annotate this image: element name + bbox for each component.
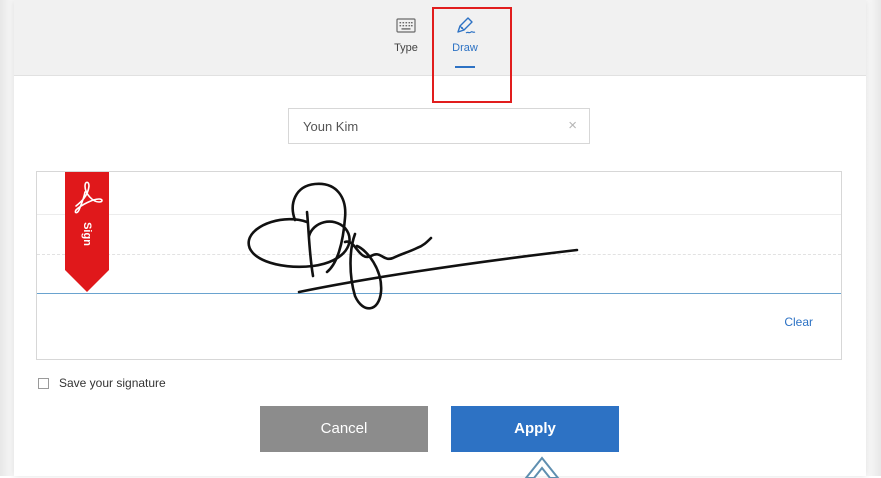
- save-signature-label: Save your signature: [59, 376, 166, 390]
- screenshot-frame: Type Draw ×: [0, 0, 881, 478]
- save-signature-row: Save your signature: [38, 374, 166, 392]
- tab-draw[interactable]: Draw: [443, 12, 487, 70]
- apply-button[interactable]: Apply: [451, 406, 619, 452]
- clear-signature-link[interactable]: Clear: [784, 315, 813, 329]
- save-signature-checkbox[interactable]: [38, 377, 49, 389]
- signer-name-input[interactable]: [289, 109, 573, 143]
- clear-name-icon[interactable]: ×: [568, 117, 577, 134]
- cancel-button[interactable]: Cancel: [260, 406, 428, 452]
- signature-drawing-canvas[interactable]: Sign Clear: [36, 171, 842, 360]
- drawn-signature: [247, 182, 579, 310]
- active-tab-underline: [455, 66, 475, 68]
- tab-type[interactable]: Type: [384, 12, 428, 70]
- signature-dialog: Type Draw ×: [14, 0, 866, 478]
- signer-name-field: ×: [288, 108, 590, 144]
- keyboard-icon: [396, 18, 416, 33]
- pen-icon: [457, 17, 476, 34]
- tab-type-label: Type: [394, 42, 418, 54]
- tab-draw-label: Draw: [452, 42, 478, 54]
- pointer-arrow-icon: [524, 456, 560, 478]
- signature-mode-tabbar: Type Draw: [14, 0, 866, 76]
